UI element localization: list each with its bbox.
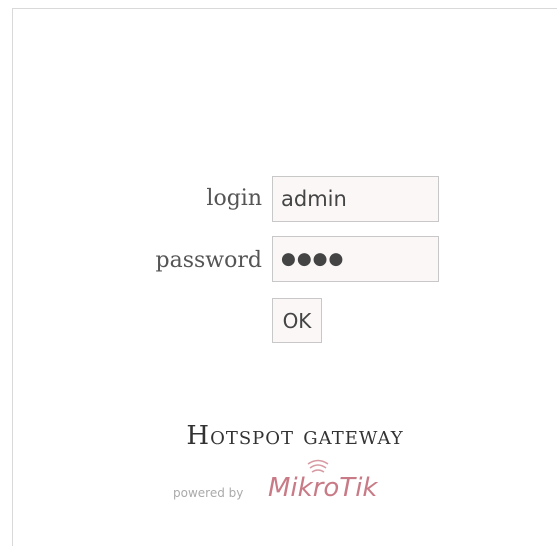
- ok-button[interactable]: OK: [272, 298, 322, 343]
- mikrotik-logo: MikroTik: [268, 459, 378, 503]
- login-input[interactable]: [272, 176, 439, 222]
- powered-by-text: powered by: [173, 486, 244, 500]
- password-label: password: [155, 248, 262, 273]
- mikrotik-brand-text: MikroTik: [268, 473, 378, 503]
- hotspot-title: Hotspot gateway: [186, 421, 404, 451]
- password-input[interactable]: [272, 236, 439, 282]
- login-label: login: [206, 186, 262, 211]
